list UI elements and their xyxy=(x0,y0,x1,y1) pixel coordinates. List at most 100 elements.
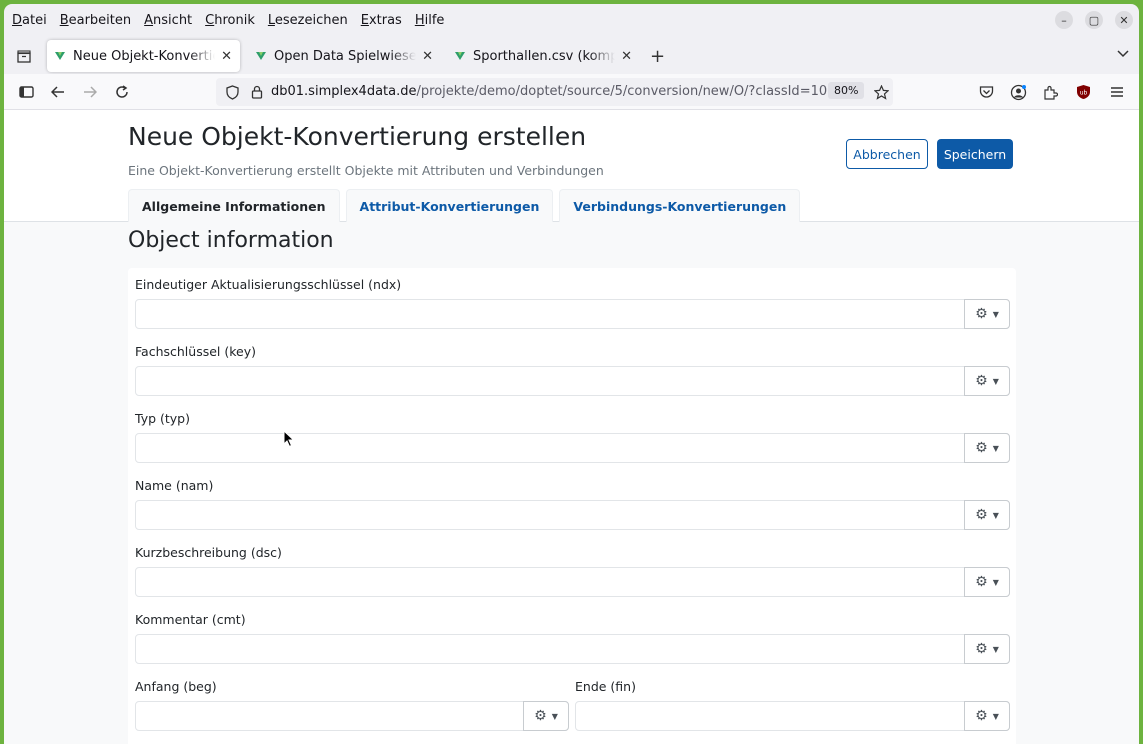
chevron-down-icon[interactable] xyxy=(1117,47,1129,62)
tab-title: Open Data Spielwiese - Q xyxy=(274,48,417,64)
extensions-icon[interactable] xyxy=(1041,83,1059,101)
gear-icon: ⚙ xyxy=(975,708,988,724)
gear-icon: ⚙ xyxy=(975,574,988,590)
url-text[interactable]: db01.simplex4data.de/projekte/demo/dopte… xyxy=(271,84,835,99)
close-tab-icon[interactable]: ✕ xyxy=(621,49,632,64)
fin-input[interactable]: ⚙ ▼ xyxy=(575,701,1010,731)
tab-attribut-konvertierungen[interactable]: Attribut-Konvertierungen xyxy=(345,189,554,222)
cancel-button[interactable]: Abbrechen xyxy=(846,139,928,169)
gear-icon: ⚙ xyxy=(534,708,547,724)
menu-bearbeiten[interactable]: Bearbeiten xyxy=(60,13,131,28)
field-label: Typ (typ) xyxy=(135,411,190,426)
url-bar[interactable]: db01.simplex4data.de/projekte/demo/dopte… xyxy=(216,78,893,106)
gear-icon: ⚙ xyxy=(975,306,988,322)
favicon-icon xyxy=(55,52,65,60)
field-label: Eindeutiger Aktualisierungsschlüssel (nd… xyxy=(135,277,402,292)
pocket-icon[interactable] xyxy=(977,83,995,101)
tab-bar: Neue Objekt-Konvertierung erstellen ✕ Op… xyxy=(4,38,1139,74)
caret-down-icon: ▼ xyxy=(992,443,999,453)
nam-input[interactable]: ⚙ ▼ xyxy=(135,500,1010,530)
key-input[interactable]: ⚙ ▼ xyxy=(135,366,1010,396)
new-tab-icon[interactable]: + xyxy=(650,46,665,67)
window-controls: – ▢ ✕ xyxy=(1055,11,1133,29)
bookmark-star-icon[interactable] xyxy=(872,83,890,101)
lock-icon[interactable] xyxy=(248,83,266,101)
page-header: Neue Objekt-Konvertierung erstellen Eine… xyxy=(4,110,1139,222)
caret-down-icon: ▼ xyxy=(992,376,999,386)
field-label: Kurzbeschreibung (dsc) xyxy=(135,545,282,560)
favicon-icon xyxy=(256,52,266,60)
svg-text:ub: ub xyxy=(1079,90,1087,97)
field-label: Fachschlüssel (key) xyxy=(135,344,256,359)
tab-allgemeine-informationen[interactable]: Allgemeine Informationen xyxy=(128,189,340,222)
dsc-input[interactable]: ⚙ ▼ xyxy=(135,567,1010,597)
tab-sporthallen[interactable]: Sporthallen.csv (komplett) ✕ xyxy=(447,40,640,72)
field-options-button[interactable]: ⚙ ▼ xyxy=(964,433,1010,463)
shield-icon[interactable] xyxy=(223,83,241,101)
tab-verbindungs-konvertierungen[interactable]: Verbindungs-Konvertierungen xyxy=(559,189,801,222)
account-icon[interactable] xyxy=(1009,83,1027,101)
tab-neue-objekt[interactable]: Neue Objekt-Konvertierung erstellen ✕ xyxy=(47,40,240,72)
caret-down-icon: ▼ xyxy=(992,309,999,319)
menu-chronik[interactable]: Chronik xyxy=(205,13,255,28)
page-tabs: Allgemeine Informationen Attribut-Konver… xyxy=(128,189,806,222)
web-page: Neue Objekt-Konvertierung erstellen Eine… xyxy=(4,110,1139,744)
favicon-icon xyxy=(455,52,465,60)
tab-title: Neue Objekt-Konvertierung erstellen xyxy=(73,48,215,64)
field-label: Anfang (beg) xyxy=(135,679,217,694)
menu-lesezeichen[interactable]: Lesezeichen xyxy=(268,13,348,28)
menu-ansicht[interactable]: Ansicht xyxy=(144,13,192,28)
field-options-button[interactable]: ⚙ ▼ xyxy=(964,500,1010,530)
tab-open-data[interactable]: Open Data Spielwiese - Q ✕ xyxy=(248,40,441,72)
field-options-button[interactable]: ⚙ ▼ xyxy=(523,701,569,731)
object-information-card: Eindeutiger Aktualisierungsschlüssel (nd… xyxy=(128,268,1016,744)
close-tab-icon[interactable]: ✕ xyxy=(422,49,433,64)
gear-icon: ⚙ xyxy=(975,440,988,456)
ndx-input[interactable]: ⚙ ▼ xyxy=(135,299,1010,329)
typ-input[interactable]: ⚙ ▼ xyxy=(135,433,1010,463)
browser-window: Datei Bearbeiten Ansicht Chronik Lesezei… xyxy=(4,4,1139,744)
menubar: Datei Bearbeiten Ansicht Chronik Lesezei… xyxy=(4,4,1139,36)
field-label: Kommentar (cmt) xyxy=(135,612,246,627)
mouse-cursor-icon xyxy=(283,430,295,448)
page-title: Neue Objekt-Konvertierung erstellen xyxy=(128,122,587,151)
minimize-icon[interactable]: – xyxy=(1055,11,1073,29)
hamburger-menu-icon[interactable] xyxy=(1108,83,1126,101)
menu-extras[interactable]: Extras xyxy=(361,13,402,28)
cmt-input[interactable]: ⚙ ▼ xyxy=(135,634,1010,664)
caret-down-icon: ▼ xyxy=(551,711,558,721)
caret-down-icon: ▼ xyxy=(992,711,999,721)
close-tab-icon[interactable]: ✕ xyxy=(221,49,232,64)
page-subtitle: Eine Objekt-Konvertierung erstellt Objek… xyxy=(128,163,604,178)
tab-list-icon[interactable] xyxy=(14,46,34,66)
caret-down-icon: ▼ xyxy=(992,510,999,520)
field-label: Name (nam) xyxy=(135,478,214,493)
menu-hilfe[interactable]: Hilfe xyxy=(415,13,445,28)
maximize-icon[interactable]: ▢ xyxy=(1085,11,1103,29)
form-content: Object information Eindeutiger Aktualisi… xyxy=(4,222,1139,744)
close-window-icon[interactable]: ✕ xyxy=(1115,11,1133,29)
field-options-button[interactable]: ⚙ ▼ xyxy=(964,634,1010,664)
ublock-icon[interactable]: ub xyxy=(1074,83,1092,101)
back-icon[interactable] xyxy=(49,83,67,101)
gear-icon: ⚙ xyxy=(975,641,988,657)
gear-icon: ⚙ xyxy=(975,507,988,523)
field-options-button[interactable]: ⚙ ▼ xyxy=(964,299,1010,329)
navigation-bar: db01.simplex4data.de/projekte/demo/dopte… xyxy=(4,74,1139,110)
gear-icon: ⚙ xyxy=(975,373,988,389)
field-options-button[interactable]: ⚙ ▼ xyxy=(964,366,1010,396)
beg-input[interactable]: ⚙ ▼ xyxy=(135,701,569,731)
field-options-button[interactable]: ⚙ ▼ xyxy=(964,567,1010,597)
reload-icon[interactable] xyxy=(113,83,131,101)
caret-down-icon: ▼ xyxy=(992,577,999,587)
forward-icon[interactable] xyxy=(81,83,99,101)
field-label: Ende (fin) xyxy=(575,679,636,694)
menu-datei[interactable]: Datei xyxy=(12,13,47,28)
zoom-indicator[interactable]: 80% xyxy=(828,82,865,99)
sidebar-icon[interactable] xyxy=(17,83,35,101)
tab-title: Sporthallen.csv (komplett) xyxy=(473,48,616,64)
caret-down-icon: ▼ xyxy=(992,644,999,654)
field-options-button[interactable]: ⚙ ▼ xyxy=(964,701,1010,731)
save-button[interactable]: Speichern xyxy=(937,139,1013,169)
section-title: Object information xyxy=(128,228,334,253)
